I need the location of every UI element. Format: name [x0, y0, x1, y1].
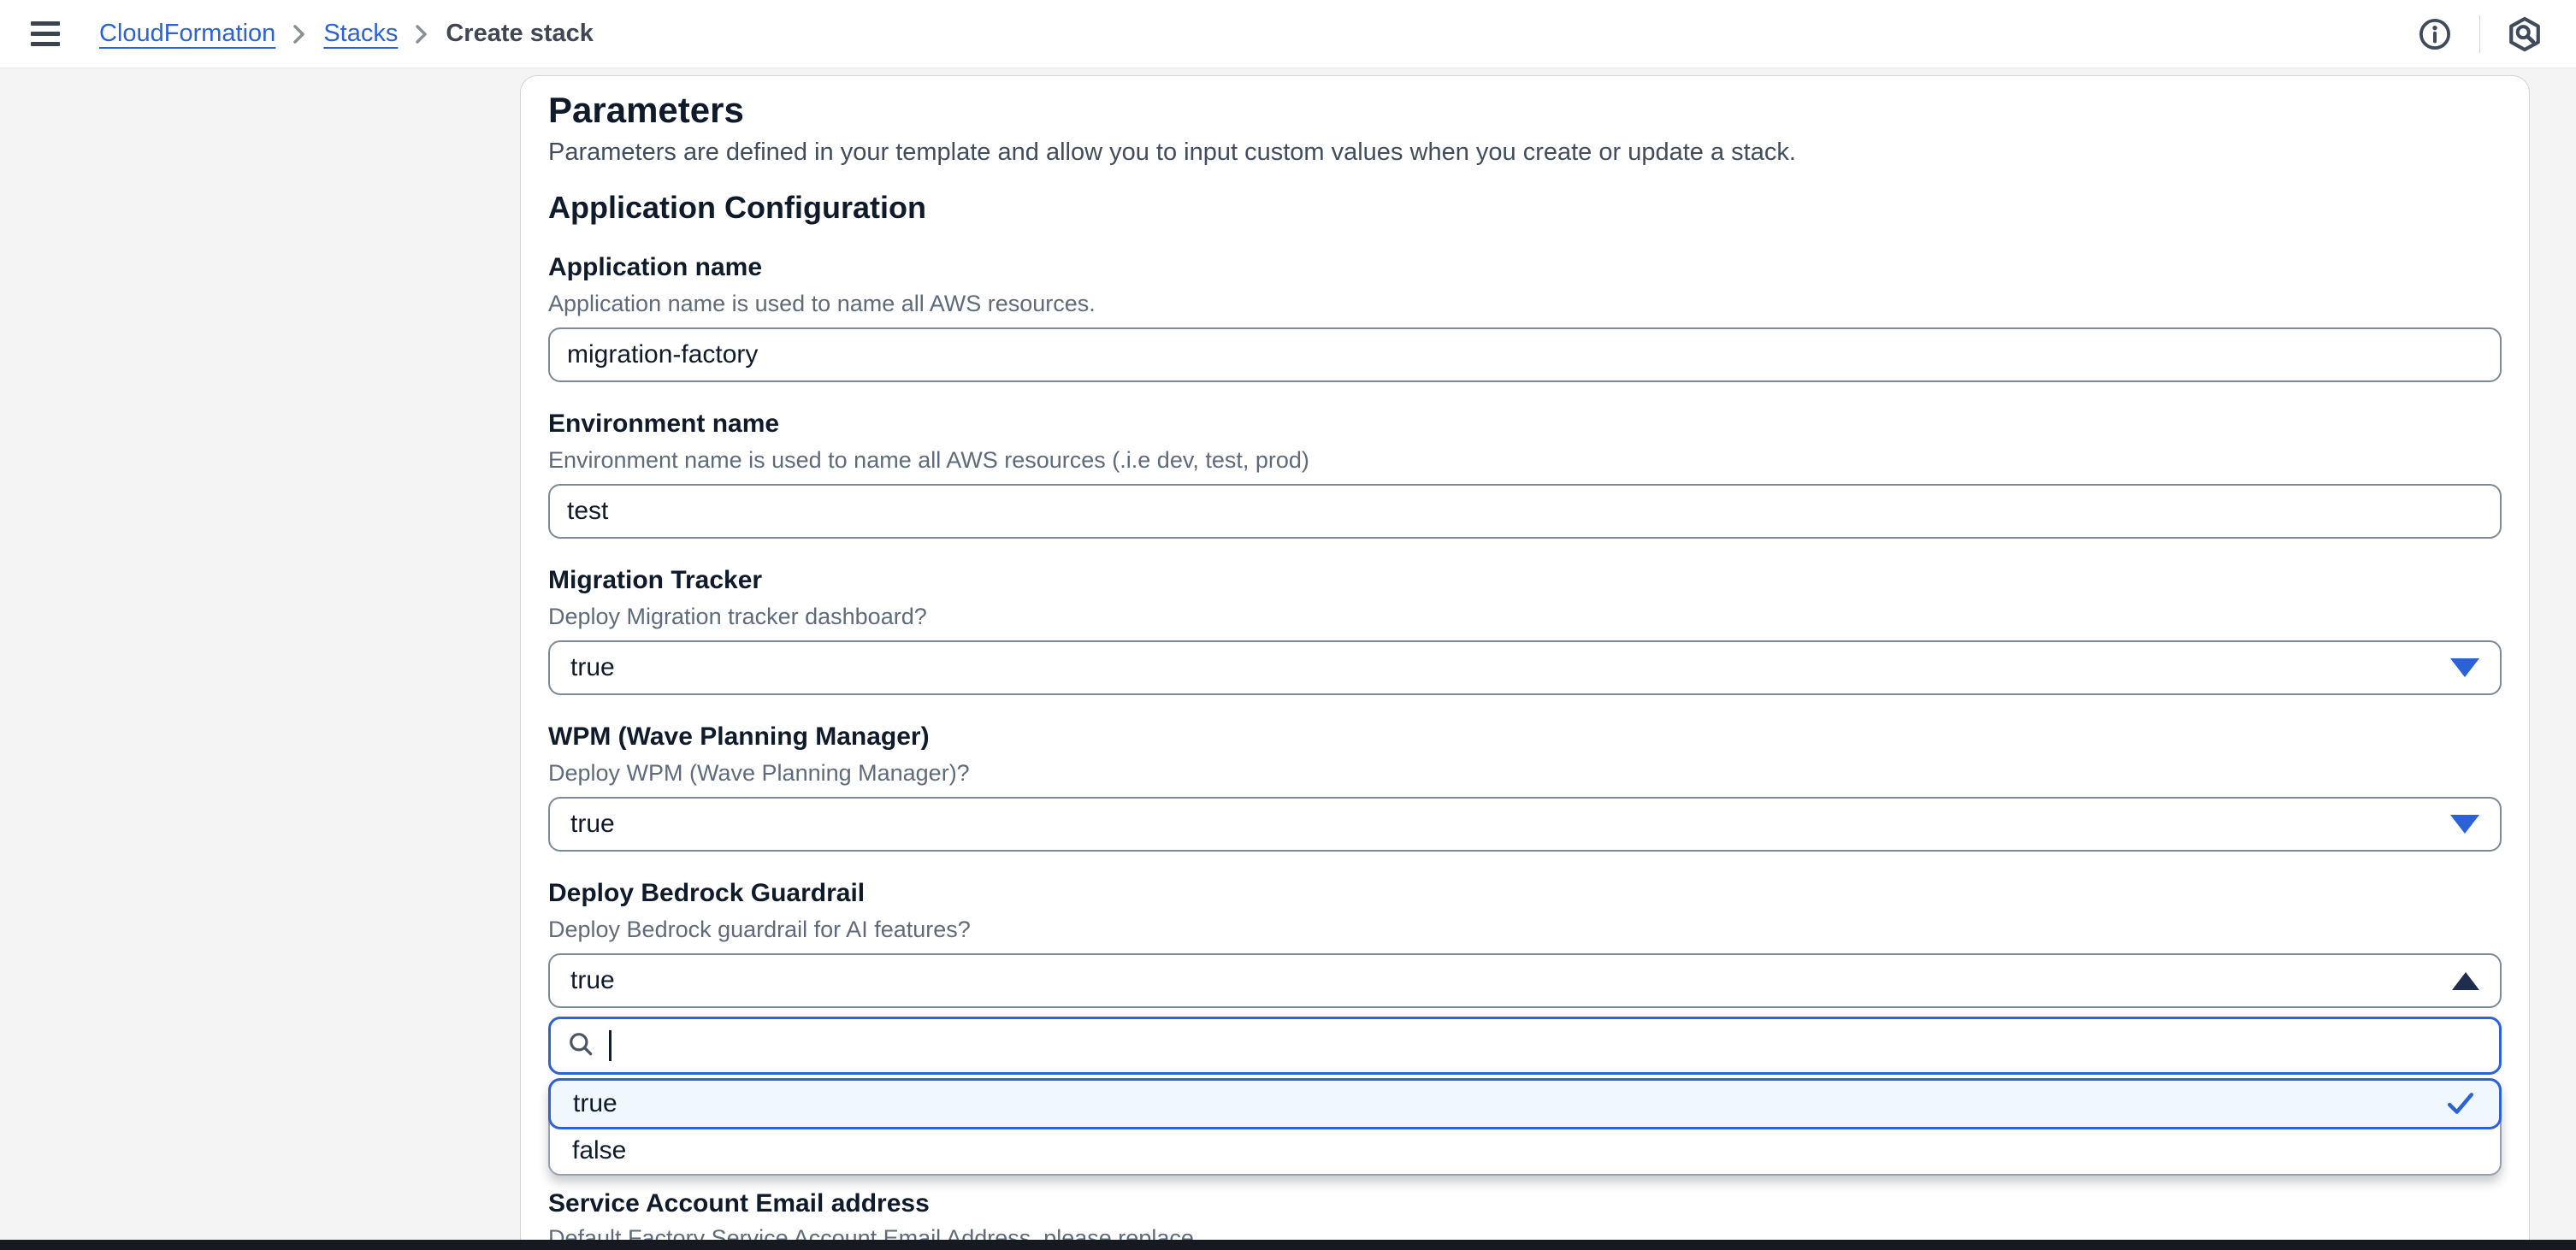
chevron-right-icon [413, 21, 430, 47]
field-migration-tracker: Migration Tracker Deploy Migration track… [548, 564, 2502, 695]
cloudformation-create-stack-screen: CloudFormation Stacks Create stack [0, 0, 2576, 1250]
field-label: Service Account Email address [548, 1188, 2502, 1220]
hexagon-search-icon[interactable] [2504, 14, 2545, 55]
breadcrumb-cloudformation-link[interactable]: CloudFormation [99, 20, 275, 48]
chevron-up-icon [2452, 972, 2479, 990]
topbar-utilities [2414, 14, 2545, 55]
chevron-down-icon [2450, 658, 2479, 677]
selected-value: true [570, 966, 615, 995]
field-description: Application name is used to name all AWS… [548, 289, 2502, 319]
field-application-name: Application name Application name is use… [548, 251, 2502, 382]
field-label: Environment name [548, 408, 2502, 440]
chevron-down-icon [2450, 815, 2479, 834]
topbar-divider [2479, 15, 2480, 53]
search-icon [566, 1030, 597, 1061]
field-description: Deploy Bedrock guardrail for AI features… [548, 915, 2502, 945]
top-navigation-bar: CloudFormation Stacks Create stack [0, 0, 2576, 68]
field-label: Migration Tracker [548, 564, 2502, 597]
dropdown-search-input[interactable] [612, 1019, 2484, 1072]
field-description: Deploy WPM (Wave Planning Manager)? [548, 758, 2502, 788]
breadcrumb-current-create-stack: Create stack [446, 20, 594, 48]
application-name-input[interactable] [548, 327, 2502, 382]
dropdown-option-true[interactable]: true [548, 1078, 2502, 1129]
field-description: Environment name is used to name all AWS… [548, 445, 2502, 475]
page-subtitle: Parameters are defined in your template … [548, 136, 2502, 168]
environment-name-input[interactable] [548, 484, 2502, 539]
field-label: WPM (Wave Planning Manager) [548, 721, 2502, 753]
info-icon[interactable] [2414, 14, 2455, 55]
field-label: Application name [548, 251, 2502, 284]
migration-tracker-select[interactable]: true [548, 640, 2502, 695]
page-title: Parameters [548, 90, 2502, 131]
selected-value: true [570, 653, 615, 682]
dropdown-search-box[interactable] [548, 1017, 2502, 1075]
field-environment-name: Environment name Environment name is use… [548, 408, 2502, 539]
breadcrumb: CloudFormation Stacks Create stack [99, 20, 594, 48]
dropdown-options-panel: true false [548, 1078, 2502, 1176]
parameters-panel: Parameters Parameters are defined in you… [520, 75, 2530, 1250]
section-title-application-configuration: Application Configuration [548, 189, 2502, 226]
option-label: true [573, 1089, 617, 1118]
wpm-select[interactable]: true [548, 797, 2502, 852]
chevron-right-icon [291, 21, 308, 47]
field-deploy-bedrock-guardrail: Deploy Bedrock Guardrail Deploy Bedrock … [548, 877, 2502, 1176]
option-label: false [572, 1136, 626, 1165]
breadcrumb-stacks-link[interactable]: Stacks [323, 20, 398, 48]
bedrock-guardrail-select[interactable]: true [548, 953, 2502, 1008]
field-wpm: WPM (Wave Planning Manager) Deploy WPM (… [548, 721, 2502, 852]
dropdown-option-false[interactable]: false [550, 1128, 2500, 1174]
checkmark-icon [2444, 1090, 2477, 1117]
selected-value: true [570, 810, 615, 839]
hamburger-menu-icon[interactable] [31, 15, 68, 53]
field-label: Deploy Bedrock Guardrail [548, 877, 2502, 910]
bottom-screen-edge-bar [0, 1240, 2576, 1250]
field-description: Deploy Migration tracker dashboard? [548, 602, 2502, 632]
